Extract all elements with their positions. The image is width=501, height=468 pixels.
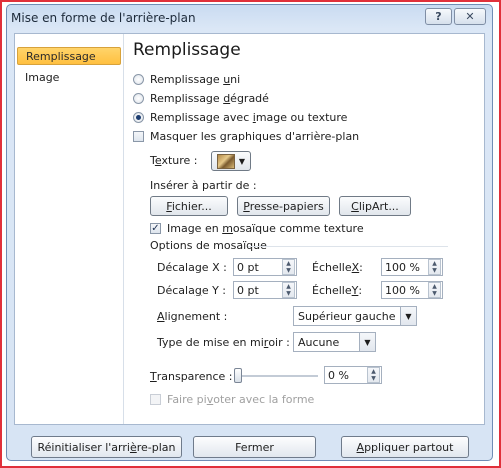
picture-texture-fill-option[interactable]: Remplissage avec image ou texture bbox=[133, 111, 347, 124]
mirror-type-label: Type de mise en mi r oir : bbox=[157, 336, 290, 349]
sidebar-item-fill[interactable]: Remplissage bbox=[17, 47, 121, 65]
hide-background-graphics-option[interactable]: Masquer les graphiques d'arrière-plan bbox=[133, 130, 359, 143]
category-sidebar: Remplissage Image bbox=[15, 34, 124, 424]
option-label: Faire pivoter avec la forme bbox=[167, 393, 315, 406]
option-label: Remplissage uni bbox=[150, 73, 241, 86]
button-label: Presse-papiers bbox=[243, 199, 324, 213]
sidebar-item-image[interactable]: Image bbox=[17, 69, 121, 87]
tile-texture-checkbox[interactable]: ✓ bbox=[150, 223, 161, 234]
divider bbox=[248, 246, 448, 247]
transparency-spinner[interactable]: ▲ ▼ bbox=[367, 367, 380, 383]
transparency-slider[interactable] bbox=[234, 368, 318, 384]
title-bar: Mise en forme de l'arrière-plan ? ✕ bbox=[7, 5, 492, 31]
tile-texture-option[interactable]: ✓ Image en mosaïque comme texture bbox=[150, 222, 364, 235]
solid-fill-option[interactable]: Remplissage uni bbox=[133, 73, 240, 86]
help-icon: ? bbox=[435, 10, 442, 23]
scale-x-spinner[interactable]: ▲ ▼ bbox=[428, 259, 441, 275]
option-label: Image en mosaïque comme texture bbox=[167, 222, 364, 235]
help-button[interactable]: ? bbox=[425, 8, 452, 25]
chevron-down-icon[interactable]: ▼ bbox=[359, 333, 375, 351]
radio-gradient-fill[interactable] bbox=[133, 93, 144, 104]
button-label: Fermer bbox=[235, 440, 274, 454]
chevron-down-icon: ▼ bbox=[238, 156, 246, 166]
dialog-title: Mise en forme de l'arrière-plan bbox=[11, 11, 196, 25]
clipart-button[interactable]: ClipArt... bbox=[339, 196, 411, 216]
scale-y-spinner[interactable]: ▲ ▼ bbox=[428, 282, 441, 298]
slider-track bbox=[234, 375, 318, 377]
panel-heading: Remplissage bbox=[133, 40, 241, 60]
fill-panel: Remplissage Remplissage uni Remplissage … bbox=[123, 34, 484, 424]
close-icon: ✕ bbox=[465, 10, 475, 23]
sidebar-item-label: Remplissage bbox=[26, 50, 96, 63]
option-label: Masquer les graphiques d'arrière-plan bbox=[150, 130, 360, 143]
mirror-type-select[interactable]: Aucune ▼ bbox=[293, 332, 376, 352]
option-label: Remplissage dégradé bbox=[150, 92, 269, 105]
hide-background-graphics-checkbox[interactable] bbox=[133, 131, 144, 142]
rotate-with-shape-option[interactable]: Faire pivoter avec la forme bbox=[150, 393, 314, 406]
button-label: Fichier... bbox=[166, 199, 212, 213]
offset-x-label: Décalage X : bbox=[157, 261, 227, 274]
apply-to-all-button[interactable]: Appliquer partout bbox=[341, 436, 469, 458]
radio-picture-texture-fill[interactable] bbox=[133, 112, 144, 123]
alignment-select[interactable]: Supérieur gauche ▼ bbox=[293, 306, 417, 326]
sidebar-item-label: Image bbox=[25, 71, 60, 84]
file-button[interactable]: Fichier... bbox=[150, 196, 228, 216]
option-label: Remplissage avec image ou texture bbox=[150, 111, 348, 124]
offset-y-spinner[interactable]: ▲ ▼ bbox=[282, 282, 295, 298]
button-label: Réinitialiser l'arrière-plan bbox=[37, 440, 176, 454]
offset-y-label: Décala g e Y : bbox=[157, 284, 226, 297]
texture-row: Texture : bbox=[150, 154, 197, 167]
texture-label: Texture : bbox=[150, 154, 198, 167]
offset-x-spinner[interactable]: ▲ ▼ bbox=[282, 259, 295, 275]
slider-thumb[interactable] bbox=[234, 368, 242, 383]
insert-from-label: Insérer à partir de : bbox=[150, 179, 257, 192]
texture-dropdown-button[interactable]: ▼ bbox=[211, 151, 251, 171]
chevron-down-icon[interactable]: ▼ bbox=[400, 307, 416, 325]
scale-x-label: Échelle X : bbox=[312, 261, 363, 274]
texture-preview-icon bbox=[216, 153, 235, 169]
alignment-label: Alignement : bbox=[157, 310, 228, 323]
radio-solid-fill[interactable] bbox=[133, 74, 144, 85]
button-label: ClipArt... bbox=[351, 199, 399, 213]
scale-y-label: Échelle Y : bbox=[312, 284, 363, 297]
reset-background-button[interactable]: Réinitialiser l'arrière-plan bbox=[31, 436, 182, 458]
close-window-button[interactable]: ✕ bbox=[454, 8, 486, 25]
format-background-dialog: Mise en forme de l'arrière-plan ? ✕ Remp… bbox=[6, 4, 493, 461]
close-button[interactable]: Fermer bbox=[193, 436, 316, 458]
transparency-label: Transparence : bbox=[150, 370, 233, 383]
dialog-body: Remplissage Image Remplissage Remplissag… bbox=[14, 33, 485, 425]
gradient-fill-option[interactable]: Remplissage dégradé bbox=[133, 92, 269, 105]
clipboard-button[interactable]: Presse-papiers bbox=[237, 196, 330, 216]
button-label: Appliquer partout bbox=[356, 440, 454, 454]
rotate-with-shape-checkbox[interactable] bbox=[150, 394, 161, 405]
